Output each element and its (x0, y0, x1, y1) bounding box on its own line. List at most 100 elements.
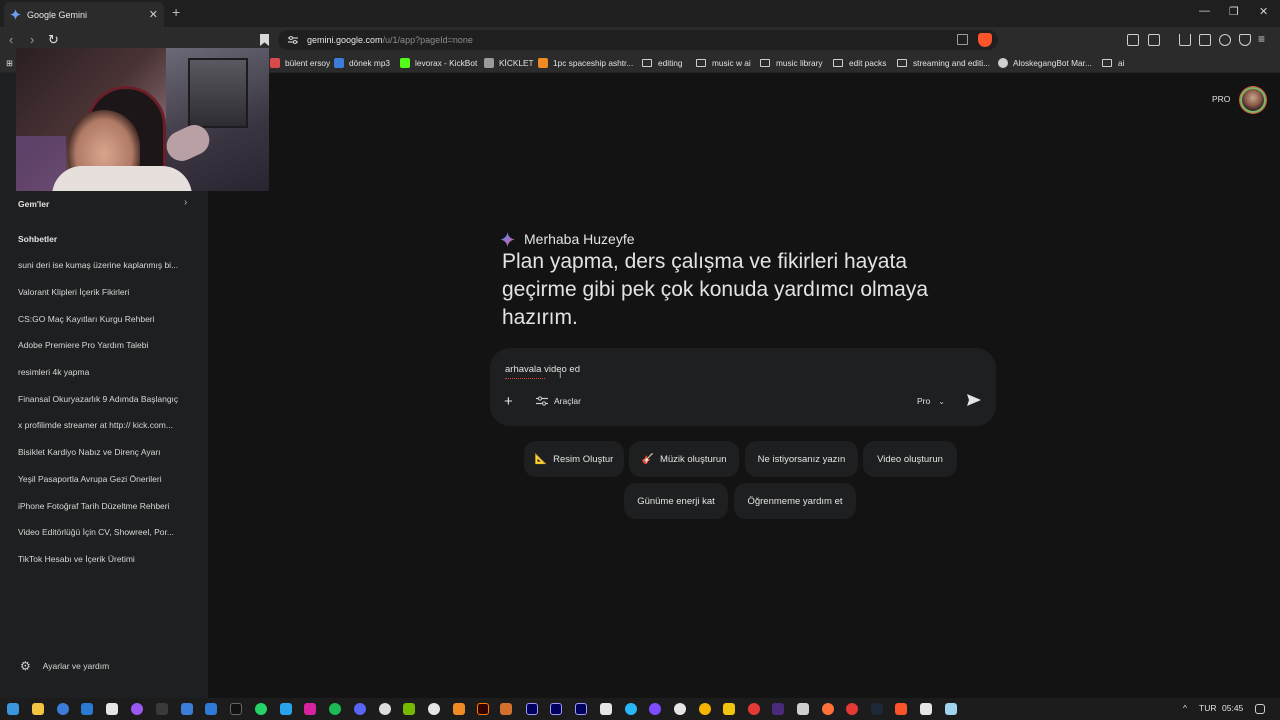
bookmark-folder[interactable]: music w ai (696, 56, 751, 70)
brave-icon[interactable] (895, 703, 907, 715)
settings-and-help-button[interactable]: ⚙ Ayarlar ve yardım (20, 659, 109, 673)
app-icon[interactable] (699, 703, 711, 715)
forward-icon[interactable]: › (30, 32, 34, 47)
extensions-icon[interactable] (1127, 34, 1139, 46)
bookmark-folder[interactable]: edit packs (833, 56, 886, 70)
capcut-icon[interactable] (600, 703, 612, 715)
bookmark-item[interactable]: AloskegangBot Mar... (998, 56, 1092, 70)
app-icon[interactable] (625, 703, 637, 715)
tray-overflow-icon[interactable]: ^ (1183, 703, 1187, 713)
app-icon[interactable] (846, 703, 858, 715)
media-encoder-icon[interactable] (526, 703, 538, 715)
bookmark-item[interactable]: 1pc spaceship ashtr... (538, 56, 633, 70)
discord-icon[interactable] (354, 703, 366, 715)
telegram-icon[interactable] (280, 703, 292, 715)
bookmark-folder[interactable]: editing (642, 56, 682, 70)
brave-shield-icon[interactable] (978, 33, 992, 47)
new-tab-button[interactable]: + (172, 4, 180, 20)
menu-icon[interactable]: ≡ (1258, 32, 1265, 46)
chip-help-learn[interactable]: Öğrenmeme yardım et (734, 483, 856, 519)
chip-create-image[interactable]: 📐 Resim Oluştur (524, 441, 624, 477)
tiktok-icon[interactable] (230, 703, 242, 715)
windows-start-icon[interactable] (7, 703, 19, 715)
share-icon[interactable] (957, 34, 968, 45)
minimize-button[interactable]: — (1199, 5, 1210, 17)
spotify-icon[interactable] (329, 703, 341, 715)
chat-item[interactable]: suni deri ise kumaş üzerine kaplanmış bi… (18, 260, 194, 270)
bookmark-item[interactable]: dönek mp3 (334, 56, 390, 70)
firefox-icon[interactable] (822, 703, 834, 715)
sidebar-toggle-icon[interactable] (1199, 34, 1211, 46)
site-settings-icon[interactable] (288, 35, 298, 45)
address-bar[interactable]: gemini.google.com /u/1/app?pageId=none (278, 30, 998, 50)
chat-item[interactable]: x profilimde streamer at http:// kick.co… (18, 420, 194, 430)
chat-item[interactable]: Valorant Klipleri İçerik Fikirleri (18, 287, 194, 297)
blender-icon[interactable] (453, 703, 465, 715)
photoshop-icon[interactable] (500, 703, 512, 715)
avatar[interactable] (1240, 87, 1266, 113)
window-close-button[interactable]: ✕ (1259, 5, 1268, 18)
nvidia-icon[interactable] (403, 703, 415, 715)
tools-button[interactable]: Araçlar (536, 396, 581, 406)
clock[interactable]: 05:45 (1222, 703, 1243, 713)
whatsapp-icon[interactable] (255, 703, 267, 715)
back-icon[interactable]: ‹ (9, 32, 13, 47)
app-icon[interactable] (649, 703, 661, 715)
bookmark-folder[interactable]: music library (760, 56, 823, 70)
app-icon[interactable] (772, 703, 784, 715)
send-icon[interactable] (966, 393, 982, 407)
app-icon[interactable] (748, 703, 760, 715)
vpn-shield-icon[interactable] (1239, 34, 1251, 46)
language-indicator[interactable]: TUR (1199, 703, 1216, 713)
bookmark-item[interactable]: KİCKLET (484, 56, 534, 70)
chat-item[interactable]: CS:GO Maç Kayıtları Kurgu Rehberi (18, 314, 194, 324)
app-icon[interactable] (131, 703, 143, 715)
chat-item[interactable]: Finansal Okuryazarlık 9 Adımda Başlangıç (18, 394, 194, 404)
app-icon[interactable] (723, 703, 735, 715)
vscode-icon[interactable] (81, 703, 93, 715)
app-icon[interactable] (920, 703, 932, 715)
app-icon[interactable] (181, 703, 193, 715)
restore-button[interactable]: ❐ (1229, 5, 1239, 18)
model-select[interactable]: Pro ⌄ (917, 396, 945, 406)
add-files-button[interactable]: + (504, 393, 513, 410)
prompt-input[interactable]: arhavala video ed (505, 364, 580, 375)
illustrator-icon[interactable] (477, 703, 489, 715)
wallet-icon[interactable] (1148, 34, 1160, 46)
tab-close-icon[interactable]: ✕ (149, 8, 158, 21)
chat-item[interactable]: iPhone Fotoğraf Tarih Düzeltme Rehberi (18, 501, 194, 511)
chat-item[interactable]: resimleri 4k yapma (18, 367, 194, 377)
notion-icon[interactable] (106, 703, 118, 715)
app-icon[interactable] (428, 703, 440, 715)
bookmark-item[interactable]: levorax - KickBot (400, 56, 477, 70)
chevron-right-icon[interactable]: › (184, 197, 187, 208)
bookmark-item[interactable]: bülent ersoy (270, 56, 330, 70)
chat-item[interactable]: Adobe Premiere Pro Yardım Talebi (18, 340, 194, 350)
reload-icon[interactable]: ↻ (48, 32, 59, 48)
chat-item[interactable]: Video Editörlüğü İçin CV, Showreel, Por.… (18, 527, 194, 537)
bookmark-icon[interactable] (260, 34, 269, 46)
steam-icon[interactable] (871, 703, 883, 715)
file-explorer-icon[interactable] (32, 703, 44, 715)
instagram-icon[interactable] (304, 703, 316, 715)
notifications-icon[interactable] (1255, 704, 1265, 714)
chat-item[interactable]: Yeşil Pasaportla Avrupa Gezi Önerileri (18, 474, 194, 484)
bookmark-folder[interactable]: ai (1102, 56, 1124, 70)
notepad-icon[interactable] (945, 703, 957, 715)
obs-icon[interactable] (379, 703, 391, 715)
bookmark-folder[interactable]: streaming and editi... (897, 56, 990, 70)
chip-write-anything[interactable]: Ne istiyorsanız yazın (745, 441, 858, 477)
app-icon[interactable] (156, 703, 168, 715)
app-icon[interactable] (797, 703, 809, 715)
chip-create-video[interactable]: Video oluşturun (863, 441, 957, 477)
leo-ai-icon[interactable] (1219, 34, 1231, 46)
gems-link[interactable]: Gem'ler (18, 199, 49, 209)
app-icon[interactable] (674, 703, 686, 715)
premiere-pro-icon[interactable] (575, 703, 587, 715)
chip-energize-day[interactable]: Günüme enerji kat (624, 483, 728, 519)
apps-grid-icon[interactable]: ⊞ (6, 56, 13, 70)
chat-item[interactable]: Bisiklet Kardiyo Nabız ve Direnç Ayarı (18, 447, 194, 457)
download-icon[interactable] (1179, 34, 1191, 46)
chat-item[interactable]: TikTok Hesabı ve İçerik Üretimi (18, 554, 194, 564)
after-effects-icon[interactable] (550, 703, 562, 715)
